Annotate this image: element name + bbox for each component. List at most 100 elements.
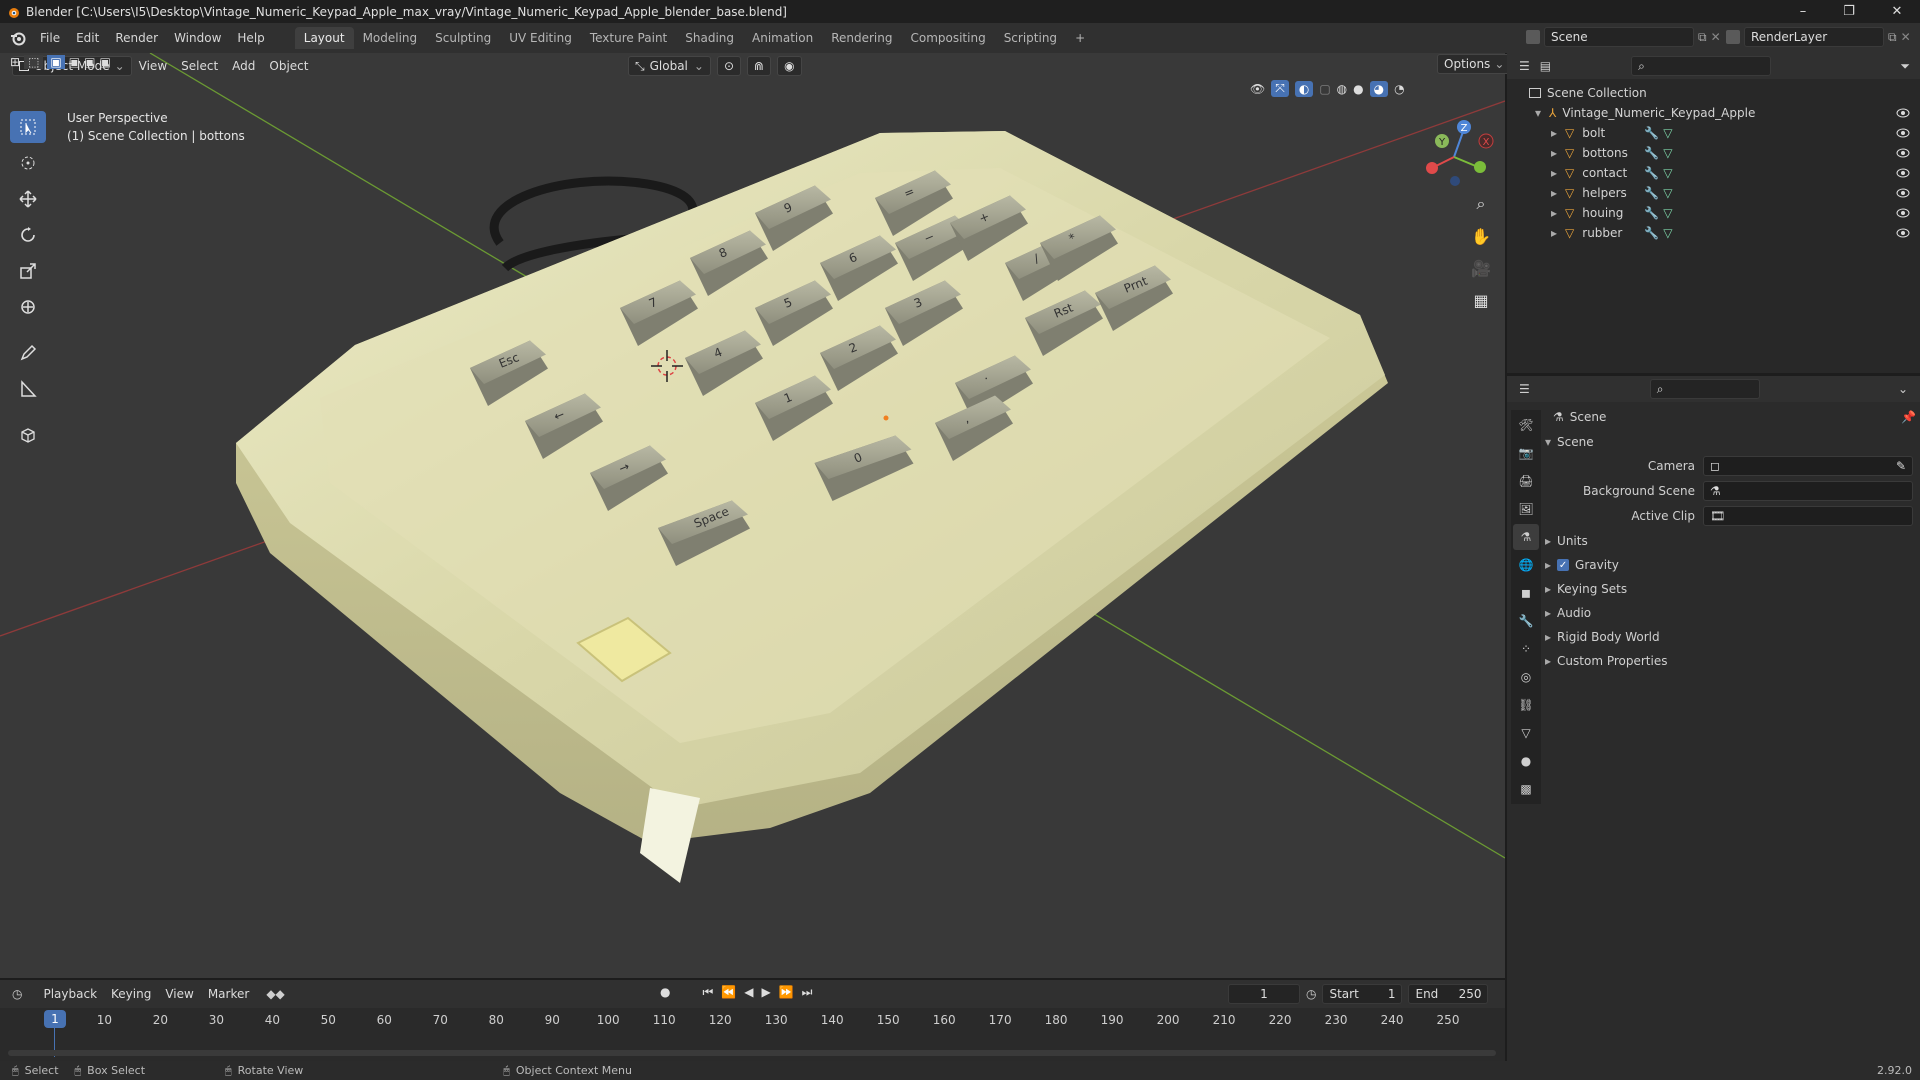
outliner-object-row[interactable]: ▸ ▽ rubber 🔧 ▽ [1507, 223, 1920, 243]
eye-icon[interactable] [1896, 188, 1910, 198]
modifier-wrench-icon[interactable]: 🔧 [1644, 126, 1659, 140]
3d-viewport[interactable]: Esc ← → Space 7 8 9 4 5 6 1 2 3 0− + · Rst Prnt, / * = User … [0, 53, 1505, 978]
expand-right-icon[interactable]: ▸ [1551, 166, 1557, 180]
pivot-point-dropdown[interactable]: ⊙ [716, 56, 742, 76]
tab-layout[interactable]: Layout [294, 27, 354, 49]
keying-sets-panel[interactable]: ▸ Keying Sets [1545, 578, 1920, 600]
tab-shading[interactable]: Shading [676, 27, 743, 49]
expand-right-icon[interactable]: ▸ [1551, 146, 1557, 160]
overlay-toggle-icon[interactable]: ◐ [1294, 80, 1314, 97]
editor-type-icon[interactable]: ⊞ [10, 55, 20, 69]
timeline-view-menu[interactable]: View [158, 985, 200, 1003]
timeline-editor-icon[interactable]: ◷ [12, 987, 22, 1001]
output-tab-icon[interactable]: 🖨 [1513, 468, 1539, 494]
next-keyframe-icon[interactable]: ⏩ [779, 985, 794, 1000]
playhead-frame[interactable]: 1 [44, 1010, 66, 1028]
play-reverse-icon[interactable]: ◀ [744, 985, 753, 1000]
scene-collection-row[interactable]: Scene Collection [1507, 83, 1920, 103]
render-tab-icon[interactable]: 📷 [1513, 440, 1539, 466]
viewport-menu-add[interactable]: Add [225, 57, 262, 75]
physics-tab-icon[interactable]: ◎ [1513, 664, 1539, 690]
menu-render[interactable]: Render [107, 28, 166, 48]
clock-icon[interactable]: ◷ [1306, 987, 1316, 1001]
outliner-search[interactable]: ⌕ [1631, 56, 1772, 76]
end-frame-field[interactable]: End 250 [1408, 984, 1489, 1004]
mesh-data-icon[interactable]: ▽ [1663, 186, 1672, 200]
world-tab-icon[interactable]: 🌐 [1513, 552, 1539, 578]
eye-icon[interactable] [1896, 108, 1910, 118]
rendered-shading-icon[interactable]: ◔ [1394, 82, 1404, 96]
modifier-wrench-icon[interactable]: 🔧 [1644, 186, 1659, 200]
filter-icon[interactable]: ⏷ [1900, 59, 1910, 74]
camera-view-icon[interactable]: 🎥 [1467, 254, 1495, 282]
menu-edit[interactable]: Edit [68, 28, 107, 48]
eyedropper-icon[interactable]: ✎ [1896, 459, 1906, 473]
eye-icon[interactable] [1896, 168, 1910, 178]
eye-icon[interactable] [1896, 208, 1910, 218]
properties-search[interactable]: ⌕ [1649, 379, 1760, 399]
cursor-tool[interactable] [10, 147, 46, 179]
transform-tool[interactable] [10, 291, 46, 323]
add-cube-tool[interactable] [10, 419, 46, 451]
record-icon[interactable]: ● [660, 985, 670, 1000]
maximize-button[interactable]: ❐ [1826, 0, 1872, 23]
menu-window[interactable]: Window [166, 28, 229, 48]
zoom-icon[interactable]: ⌕ [1467, 190, 1495, 218]
rigid-body-panel[interactable]: ▸ Rigid Body World [1545, 626, 1920, 648]
viewport-menu-select[interactable]: Select [174, 57, 225, 75]
render-layer-selector[interactable]: RenderLayer [1744, 27, 1884, 47]
outliner-object-row[interactable]: ▸ ▽ houing 🔧 ▽ [1507, 203, 1920, 223]
expand-right-icon[interactable]: ▸ [1551, 226, 1557, 240]
outliner-object-row[interactable]: ▸ ▽ helpers 🔧 ▽ [1507, 183, 1920, 203]
minimize-button[interactable]: – [1780, 0, 1826, 23]
outliner-object-row[interactable]: ▸ ▽ bolt 🔧 ▽ [1507, 123, 1920, 143]
display-mode-icon[interactable]: ▤ [1540, 59, 1551, 73]
jump-end-icon[interactable]: ⏭ [802, 985, 813, 1000]
tool-tab-icon[interactable]: 🛠 [1513, 412, 1539, 438]
solid-shading-icon[interactable]: ● [1353, 82, 1363, 96]
chevron-down-icon[interactable]: ⌄ [1898, 382, 1908, 396]
mesh-data-icon[interactable]: ▽ [1663, 166, 1672, 180]
gizmo-toggle-icon[interactable]: ⤧ [1271, 80, 1289, 97]
viewport-menu-object[interactable]: Object [262, 57, 315, 75]
playback-menu[interactable]: Playback [36, 985, 104, 1003]
eye-icon[interactable] [1896, 128, 1910, 138]
eye-icon[interactable] [1896, 228, 1910, 238]
audio-panel[interactable]: ▸ Audio [1545, 602, 1920, 624]
select-box-tool[interactable] [10, 111, 46, 143]
jump-start-icon[interactable]: ⏮ [702, 985, 713, 1000]
snap-toggle[interactable]: ⋒ [747, 56, 772, 76]
start-frame-field[interactable]: Start 1 [1322, 984, 1403, 1004]
current-frame-field[interactable]: 1 [1228, 984, 1300, 1004]
new-scene-icon[interactable]: ⧉ [1698, 30, 1707, 45]
new-layer-icon[interactable]: ⧉ [1888, 30, 1897, 45]
mesh-data-icon[interactable]: ▽ [1663, 146, 1672, 160]
select-new-icon[interactable]: ▣ [47, 55, 65, 69]
menu-file[interactable]: File [32, 28, 68, 48]
scene-panel-header[interactable]: ▾ Scene [1545, 431, 1920, 453]
measure-tool[interactable] [10, 373, 46, 405]
tab-modeling[interactable]: Modeling [354, 27, 427, 49]
view-layer-tab-icon[interactable]: 🖼 [1513, 496, 1539, 522]
gizmo-neg-z[interactable] [1450, 176, 1460, 186]
modifier-wrench-icon[interactable]: 🔧 [1644, 146, 1659, 160]
annotate-tool[interactable] [10, 337, 46, 369]
eye-icon[interactable] [1896, 148, 1910, 158]
outliner-object-row[interactable]: ▸ ▽ contact 🔧 ▽ [1507, 163, 1920, 183]
tab-sculpting[interactable]: Sculpting [426, 27, 500, 49]
properties-editor-icon[interactable]: ☰ [1519, 382, 1530, 396]
tab-compositing[interactable]: Compositing [901, 27, 994, 49]
rotate-tool[interactable] [10, 219, 46, 251]
proportional-edit-toggle[interactable]: ◉ [777, 56, 802, 76]
close-button[interactable]: ✕ [1874, 0, 1920, 23]
visibility-icon[interactable]: 👁 [1250, 82, 1265, 96]
move-tool[interactable] [10, 183, 46, 215]
tab-uv-editing[interactable]: UV Editing [500, 27, 581, 49]
add-workspace-button[interactable]: + [1066, 27, 1094, 49]
navigation-gizmo[interactable]: Z Y X [1418, 113, 1498, 193]
menu-help[interactable]: Help [229, 28, 272, 48]
tab-animation[interactable]: Animation [743, 27, 822, 49]
constraint-tab-icon[interactable]: ⛓ [1513, 692, 1539, 718]
wireframe-shading-icon[interactable]: ◍ [1337, 82, 1347, 96]
units-panel[interactable]: ▸ Units [1545, 530, 1920, 552]
